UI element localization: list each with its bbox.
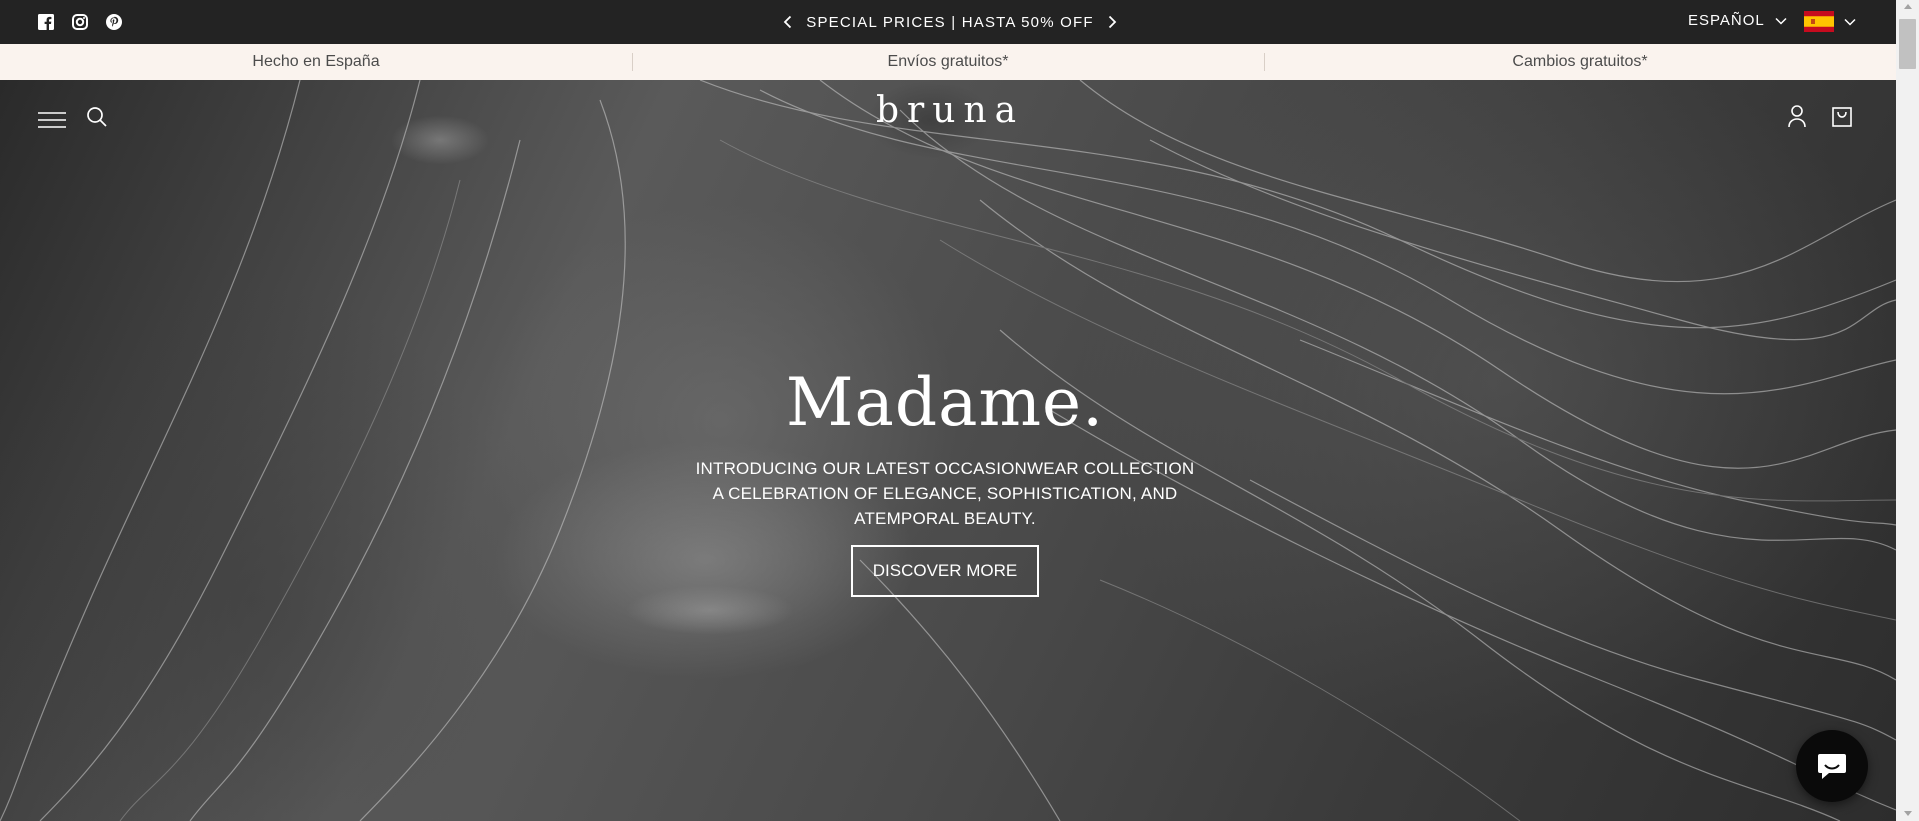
instagram-icon[interactable] — [72, 14, 88, 30]
page-scrollbar[interactable] — [1896, 0, 1919, 821]
chat-bubble-icon — [1818, 754, 1846, 779]
hero-subtitle-line: A CELEBRATION OF ELEGANCE, SOPHISTICATIO… — [712, 484, 1178, 503]
scroll-up-arrow-icon[interactable] — [1904, 4, 1912, 9]
chevron-down-icon — [1844, 18, 1856, 26]
chevron-right-icon[interactable] — [1102, 12, 1122, 32]
social-links — [38, 14, 122, 30]
chevron-left-icon[interactable] — [778, 12, 798, 32]
hero-subtitle: INTRODUCING OUR LATEST OCCASIONWEAR COLL… — [645, 456, 1245, 531]
spain-flag-icon — [1804, 11, 1834, 32]
scrollbar-thumb[interactable] — [1899, 19, 1916, 69]
promo-text[interactable]: SPECIAL PRICES | HASTA 50% OFF — [806, 14, 1093, 31]
language-label: ESPAÑOL — [1688, 12, 1765, 29]
promo-carousel: SPECIAL PRICES | HASTA 50% OFF — [760, 0, 1140, 44]
hero-banner: bruna Madame. INTRODUCING OUR LATEST OCC… — [0, 80, 1896, 821]
chat-button[interactable] — [1796, 730, 1868, 802]
discover-more-button[interactable]: DISCOVER MORE — [850, 545, 1040, 597]
hero-subtitle-line: ATEMPORAL BEAUTY. — [854, 509, 1036, 528]
cart-icon[interactable] — [1831, 104, 1853, 128]
account-icon[interactable] — [1786, 104, 1808, 128]
usp-item-free-shipping: Envíos gratuitos* — [632, 44, 1264, 80]
pinterest-icon[interactable] — [106, 14, 122, 30]
language-selector[interactable]: ESPAÑOL — [1688, 12, 1787, 29]
usp-item-made-in-spain: Hecho en España — [252, 53, 380, 70]
scroll-down-arrow-icon[interactable] — [1904, 811, 1912, 816]
search-icon[interactable] — [86, 106, 108, 128]
facebook-icon[interactable] — [38, 14, 54, 30]
chevron-down-icon — [1775, 17, 1787, 25]
hero-content: Madame. INTRODUCING OUR LATEST OCCASIONW… — [645, 370, 1245, 597]
country-selector[interactable] — [1804, 11, 1856, 32]
brand-logo[interactable]: bruna — [876, 90, 1016, 131]
menu-icon[interactable] — [38, 110, 66, 130]
usp-item-free-exchanges: Cambios gratuitos* — [1264, 44, 1896, 80]
usp-bar: Hecho en España Envíos gratuitos* Cambio… — [0, 44, 1896, 81]
hero-title: Madame. — [785, 364, 1105, 441]
hero-subtitle-line: INTRODUCING OUR LATEST OCCASIONWEAR COLL… — [695, 459, 1195, 478]
announcement-bar: SPECIAL PRICES | HASTA 50% OFF ESPAÑOL — [0, 0, 1896, 44]
